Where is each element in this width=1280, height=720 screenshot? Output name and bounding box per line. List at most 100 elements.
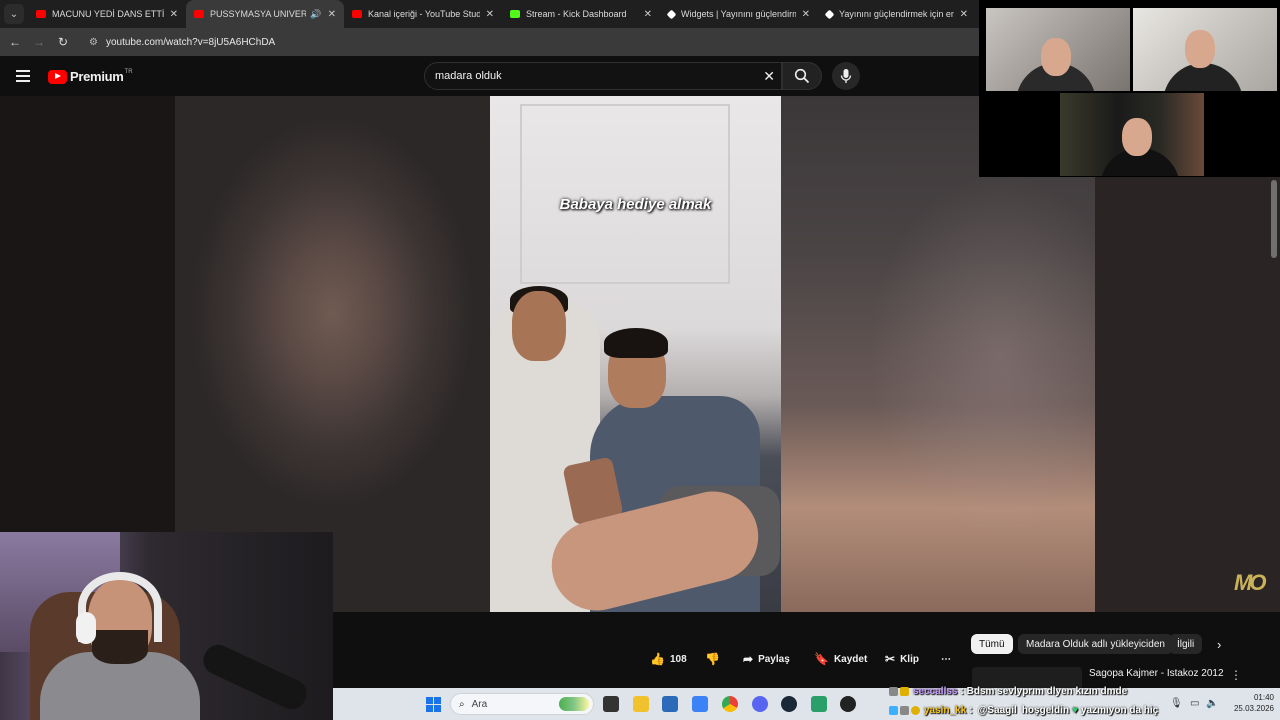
coin-badge-icon xyxy=(911,705,920,715)
browser-tab-1[interactable]: MACUNU YEDİ DANS ETTİ VS ! ✕ xyxy=(28,0,186,28)
browser-tab-4[interactable]: Stream - Kick Dashboard ✕ xyxy=(502,0,660,28)
tab-title: Stream - Kick Dashboard xyxy=(526,9,627,19)
task-view-icon[interactable] xyxy=(603,696,619,712)
url-field[interactable]: ⚙ youtube.com/watch?v=8jU5A6HChDA xyxy=(89,37,275,48)
more-vertical-icon[interactable]: ⋮ xyxy=(1230,668,1242,682)
chip-label: Madara Olduk adlı yükleyiciden xyxy=(1026,638,1165,650)
dislike-button[interactable]: 👎 xyxy=(705,648,725,670)
site-settings-icon[interactable]: ⚙ xyxy=(89,37,98,48)
ear1 xyxy=(76,612,96,644)
kick-favicon-icon xyxy=(510,10,520,18)
clear-search-icon[interactable]: ✕ xyxy=(763,68,775,85)
like-button[interactable]: 👍 108 xyxy=(650,648,687,670)
page-scrollbar[interactable] xyxy=(1271,180,1277,258)
windows-start-icon[interactable] xyxy=(426,697,441,712)
hair xyxy=(604,328,668,358)
clip-label: Klip xyxy=(900,653,919,665)
share-button[interactable]: ➦ Paylaş xyxy=(743,648,790,670)
browser-tab-5[interactable]: Widgets | Yayınını güçlendirme ✕ xyxy=(660,0,818,28)
more-actions-icon: ⋯ xyxy=(941,653,951,665)
diamond-favicon-icon xyxy=(666,9,677,19)
share-arrow-icon: ➦ xyxy=(743,652,754,666)
chat-text: : Bdsm sevlyprım dlyen kızın dmde xyxy=(960,685,1128,697)
chrome-icon[interactable] xyxy=(722,696,738,712)
browser-address-bar: ← → ↻ ⚙ youtube.com/watch?v=8jU5A6HChDA xyxy=(0,28,980,56)
badge-icon xyxy=(889,686,898,696)
forward-arrow-icon[interactable]: → xyxy=(27,35,51,49)
hamburger-menu-icon[interactable] xyxy=(16,70,30,82)
badge-icon xyxy=(900,705,909,715)
voice-search-button[interactable] xyxy=(832,62,860,90)
thumbs-up-icon: 👍 xyxy=(650,652,665,666)
outlook-icon[interactable] xyxy=(662,696,678,712)
screen: ⌄ MACUNU YEDİ DANS ETTİ VS ! ✕ PUSSYMASY… xyxy=(0,0,1280,720)
chip-all[interactable]: Tümü xyxy=(971,634,1013,654)
obs-icon[interactable] xyxy=(840,696,856,712)
clock-date: 25.03.2026 xyxy=(1233,704,1274,713)
recommendation-title[interactable]: Sagopa Kajmer - Istakoz 2012 xyxy=(1089,668,1224,679)
store-icon[interactable] xyxy=(692,696,708,712)
video-frame[interactable]: Babaya hediye almak xyxy=(490,96,781,612)
tab-title: PUSSYMASYA UNIVERSITY xyxy=(210,9,307,19)
discord-icon[interactable] xyxy=(752,696,768,712)
tab-title: MACUNU YEDİ DANS ETTİ VS ! xyxy=(52,9,164,19)
browser-tab-6[interactable]: Yayınını güçlendirmek için en iy ✕ xyxy=(818,0,976,28)
tab-search-menu-icon[interactable]: ⌄ xyxy=(4,4,24,24)
guest-webcam-2 xyxy=(1133,8,1277,91)
guest-webcam-1 xyxy=(986,8,1130,91)
chip-label: Tümü xyxy=(979,638,1005,650)
search-icon xyxy=(794,68,810,84)
search-button[interactable] xyxy=(782,62,822,90)
youtube-favicon-icon xyxy=(352,10,362,18)
browser-tab-3[interactable]: Kanal içeriği - YouTube Studio ✕ xyxy=(344,0,502,28)
video-caption: Babaya hediye almak xyxy=(559,196,712,213)
reload-icon[interactable]: ↻ xyxy=(51,35,75,49)
notepad-icon[interactable] xyxy=(811,696,827,712)
tab-close-icon[interactable]: ✕ xyxy=(170,9,178,20)
logo-text: Premium xyxy=(70,69,124,84)
steam-icon[interactable] xyxy=(781,696,797,712)
diamond-favicon-icon xyxy=(824,9,835,19)
msg: : xyxy=(969,704,973,716)
taskbar-clock[interactable]: 01:40 25.03.2026 xyxy=(1228,692,1274,714)
chat-username: yasin_kk xyxy=(924,704,967,716)
tab-close-icon[interactable]: ✕ xyxy=(802,9,810,20)
chip-from-uploader[interactable]: Madara Olduk adlı yükleyiciden xyxy=(1018,634,1173,654)
browser-tab-2[interactable]: PUSSYMASYA UNIVERSITY 🔊 ✕ xyxy=(186,0,344,28)
chip-related[interactable]: İlgili xyxy=(1169,634,1203,654)
tab-close-icon[interactable]: ✕ xyxy=(328,9,336,20)
browser-tab-strip: ⌄ MACUNU YEDİ DANS ETTİ VS ! ✕ PUSSYMASY… xyxy=(0,0,980,28)
tab-close-icon[interactable]: ✕ xyxy=(486,9,494,20)
search-input[interactable]: madara olduk ✕ xyxy=(424,62,782,90)
tab-title: Kanal içeriği - YouTube Studio xyxy=(368,9,480,19)
chat-username: seccallss xyxy=(913,685,958,697)
tab-title: Widgets | Yayınını güçlendirme xyxy=(681,9,796,19)
tab-close-icon[interactable]: ✕ xyxy=(644,9,652,20)
more-actions-button[interactable]: ⋯ xyxy=(941,648,951,670)
file-explorer-icon[interactable] xyxy=(633,696,649,712)
streamer-webcam xyxy=(0,532,333,720)
chat-text: hoşgeldin xyxy=(1021,704,1070,716)
chevron-right-icon[interactable]: › xyxy=(1217,637,1221,652)
channel-watermark[interactable]: MO xyxy=(1234,570,1267,596)
back-arrow-icon[interactable]: ← xyxy=(3,35,27,49)
save-button[interactable]: 🔖 Kaydet xyxy=(814,648,867,670)
youtube-favicon-icon xyxy=(36,10,46,18)
audio-playing-icon[interactable]: 🔊 xyxy=(310,9,321,20)
chat-message-1: seccallss : Bdsm sevlyprım dlyen kızın d… xyxy=(889,683,1219,699)
taskbar-search[interactable]: ⌕ Ara xyxy=(450,693,594,715)
chip-label: İlgili xyxy=(1177,638,1195,650)
url-text: youtube.com/watch?v=8jU5A6HChDA xyxy=(105,36,276,48)
wall-panel xyxy=(520,104,730,284)
youtube-masthead: Premium TR madara olduk ✕ xyxy=(0,56,980,96)
tab-title: Yayınını güçlendirmek için en iy xyxy=(839,9,954,19)
clip-button[interactable]: ✂ Klip xyxy=(885,648,919,670)
chat-mention: @Saagil xyxy=(975,704,1019,716)
tab-close-icon[interactable]: ✕ xyxy=(960,9,968,20)
microphone-icon xyxy=(840,69,852,83)
clock-time: 01:40 xyxy=(1253,693,1274,702)
like-count: 108 xyxy=(669,653,687,665)
youtube-premium-logo[interactable]: Premium TR xyxy=(48,69,133,84)
guest-webcam-3 xyxy=(1060,93,1204,176)
search-icon: ⌕ xyxy=(459,698,465,710)
